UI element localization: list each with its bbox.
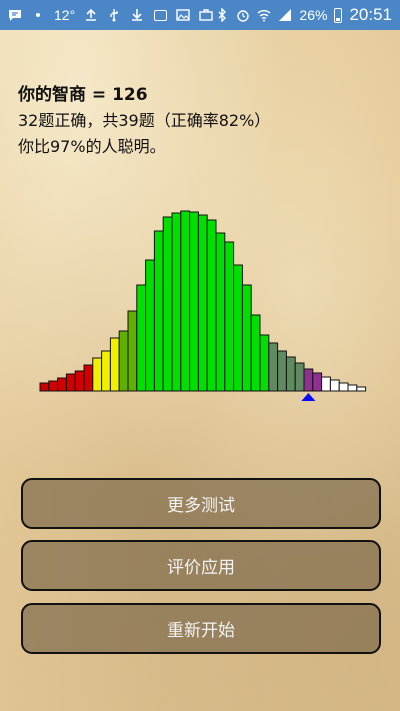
- histogram-bar: [162, 216, 173, 392]
- screen-icon: [153, 8, 167, 22]
- histogram-bar: [347, 384, 358, 392]
- histogram-bar: [259, 334, 270, 392]
- histogram-bar: [294, 362, 305, 392]
- histogram-bar: [48, 380, 59, 392]
- histogram-bar: [224, 241, 235, 392]
- result-panel: 你的智商 = 126 32题正确，共39题（正确率82%） 你比97%的人聪明。: [18, 82, 388, 160]
- histogram-bar: [180, 210, 191, 392]
- download-icon: [130, 8, 144, 22]
- histogram-bar: [303, 368, 314, 392]
- signal-icon: [278, 8, 292, 22]
- histogram-bar: [39, 382, 50, 392]
- bluetooth-icon: [215, 8, 229, 22]
- upload-icon: [84, 8, 98, 22]
- clock-text: 20:51: [349, 5, 392, 24]
- histogram-bar: [118, 330, 129, 392]
- rate-app-button[interactable]: 评价应用: [21, 540, 381, 591]
- histogram-bar: [241, 284, 252, 392]
- histogram-bar: [215, 232, 226, 392]
- histogram-bar: [74, 370, 85, 392]
- status-right-icons: 26% 20:51: [215, 5, 400, 25]
- histogram-bar: [277, 350, 287, 392]
- battery-percent-text: 26%: [299, 7, 328, 23]
- histogram-bar: [83, 364, 94, 392]
- histogram-bar: [285, 356, 296, 392]
- status-left-icons: 12°: [0, 7, 213, 23]
- histogram-bar: [268, 342, 279, 392]
- histogram-bar: [57, 377, 67, 392]
- image-icon: [176, 8, 190, 22]
- histogram-bar: [189, 211, 199, 392]
- briefcase-icon: [199, 8, 213, 22]
- histogram-bar: [136, 284, 147, 392]
- correct-answers-text: 32题正确，共39题（正确率82%）: [18, 111, 271, 130]
- wifi-icon: [257, 8, 271, 22]
- histogram-bar: [356, 386, 367, 392]
- histogram-bar: [338, 382, 349, 392]
- histogram-bar: [329, 379, 340, 392]
- histogram-bar: [101, 350, 111, 392]
- restart-button[interactable]: 重新开始: [21, 603, 381, 654]
- histogram-bar: [92, 357, 103, 392]
- histogram-bar: [312, 372, 323, 392]
- histogram-bar: [321, 376, 331, 392]
- histogram-bar: [250, 314, 261, 392]
- temperature-text: 12°: [54, 7, 76, 23]
- user-position-marker-icon: [301, 393, 316, 401]
- battery-icon: [334, 7, 343, 23]
- histogram-bar: [153, 230, 164, 392]
- alarm-icon: [236, 8, 250, 22]
- histogram-bar: [197, 214, 208, 392]
- histogram-bar: [145, 259, 155, 392]
- histogram-bar: [233, 264, 243, 392]
- more-tests-button[interactable]: 更多测试: [21, 478, 381, 529]
- dot-icon: [31, 8, 45, 22]
- message-icon: [8, 8, 22, 22]
- histogram-bar: [127, 310, 138, 392]
- histogram-bar: [109, 337, 120, 392]
- histogram-bar: [65, 373, 76, 392]
- percentile-text: 你比97%的人聪明。: [18, 137, 166, 156]
- histogram-bar: [171, 212, 182, 392]
- status-bar: 12° 26% 20:51: [0, 0, 400, 30]
- histogram-bar: [206, 219, 217, 392]
- iq-score-text: 你的智商 = 126: [18, 85, 148, 105]
- usb-icon: [107, 8, 121, 22]
- iq-distribution-chart: [39, 210, 367, 401]
